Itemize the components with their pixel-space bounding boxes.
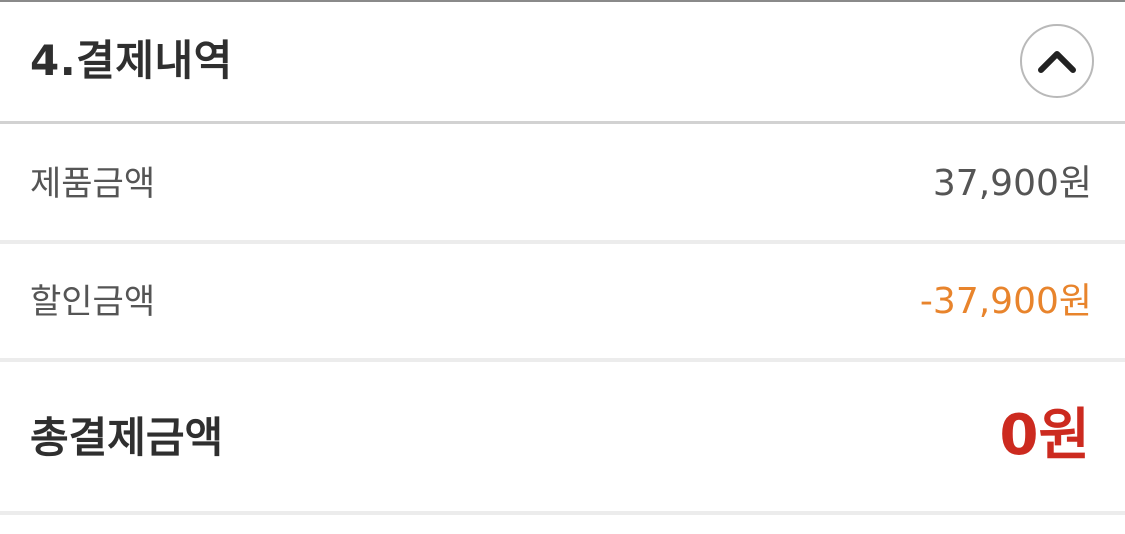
total-amount-label: 총결제금액 <box>30 413 224 462</box>
total-amount-row: 총결제금액 0원 <box>0 362 1125 515</box>
chevron-up-icon <box>1038 51 1076 73</box>
discount-amount-value: -37,900원 <box>919 281 1092 322</box>
discount-amount-label: 할인금액 <box>30 282 156 322</box>
payment-details-header[interactable]: 4.결제내역 <box>0 2 1125 124</box>
product-amount-label: 제품금액 <box>30 164 156 204</box>
section-title: 4.결제내역 <box>30 36 233 85</box>
product-amount-value: 37,900원 <box>932 163 1092 204</box>
collapse-button[interactable] <box>1020 24 1094 98</box>
total-amount-value: 0원 <box>999 403 1091 468</box>
payment-details-panel: 4.결제내역 제품금액 37,900원 할인금액 -37,900원 총결제금액 … <box>0 0 1125 534</box>
product-amount-row: 제품금액 37,900원 <box>0 124 1125 244</box>
discount-amount-row: 할인금액 -37,900원 <box>0 244 1125 362</box>
